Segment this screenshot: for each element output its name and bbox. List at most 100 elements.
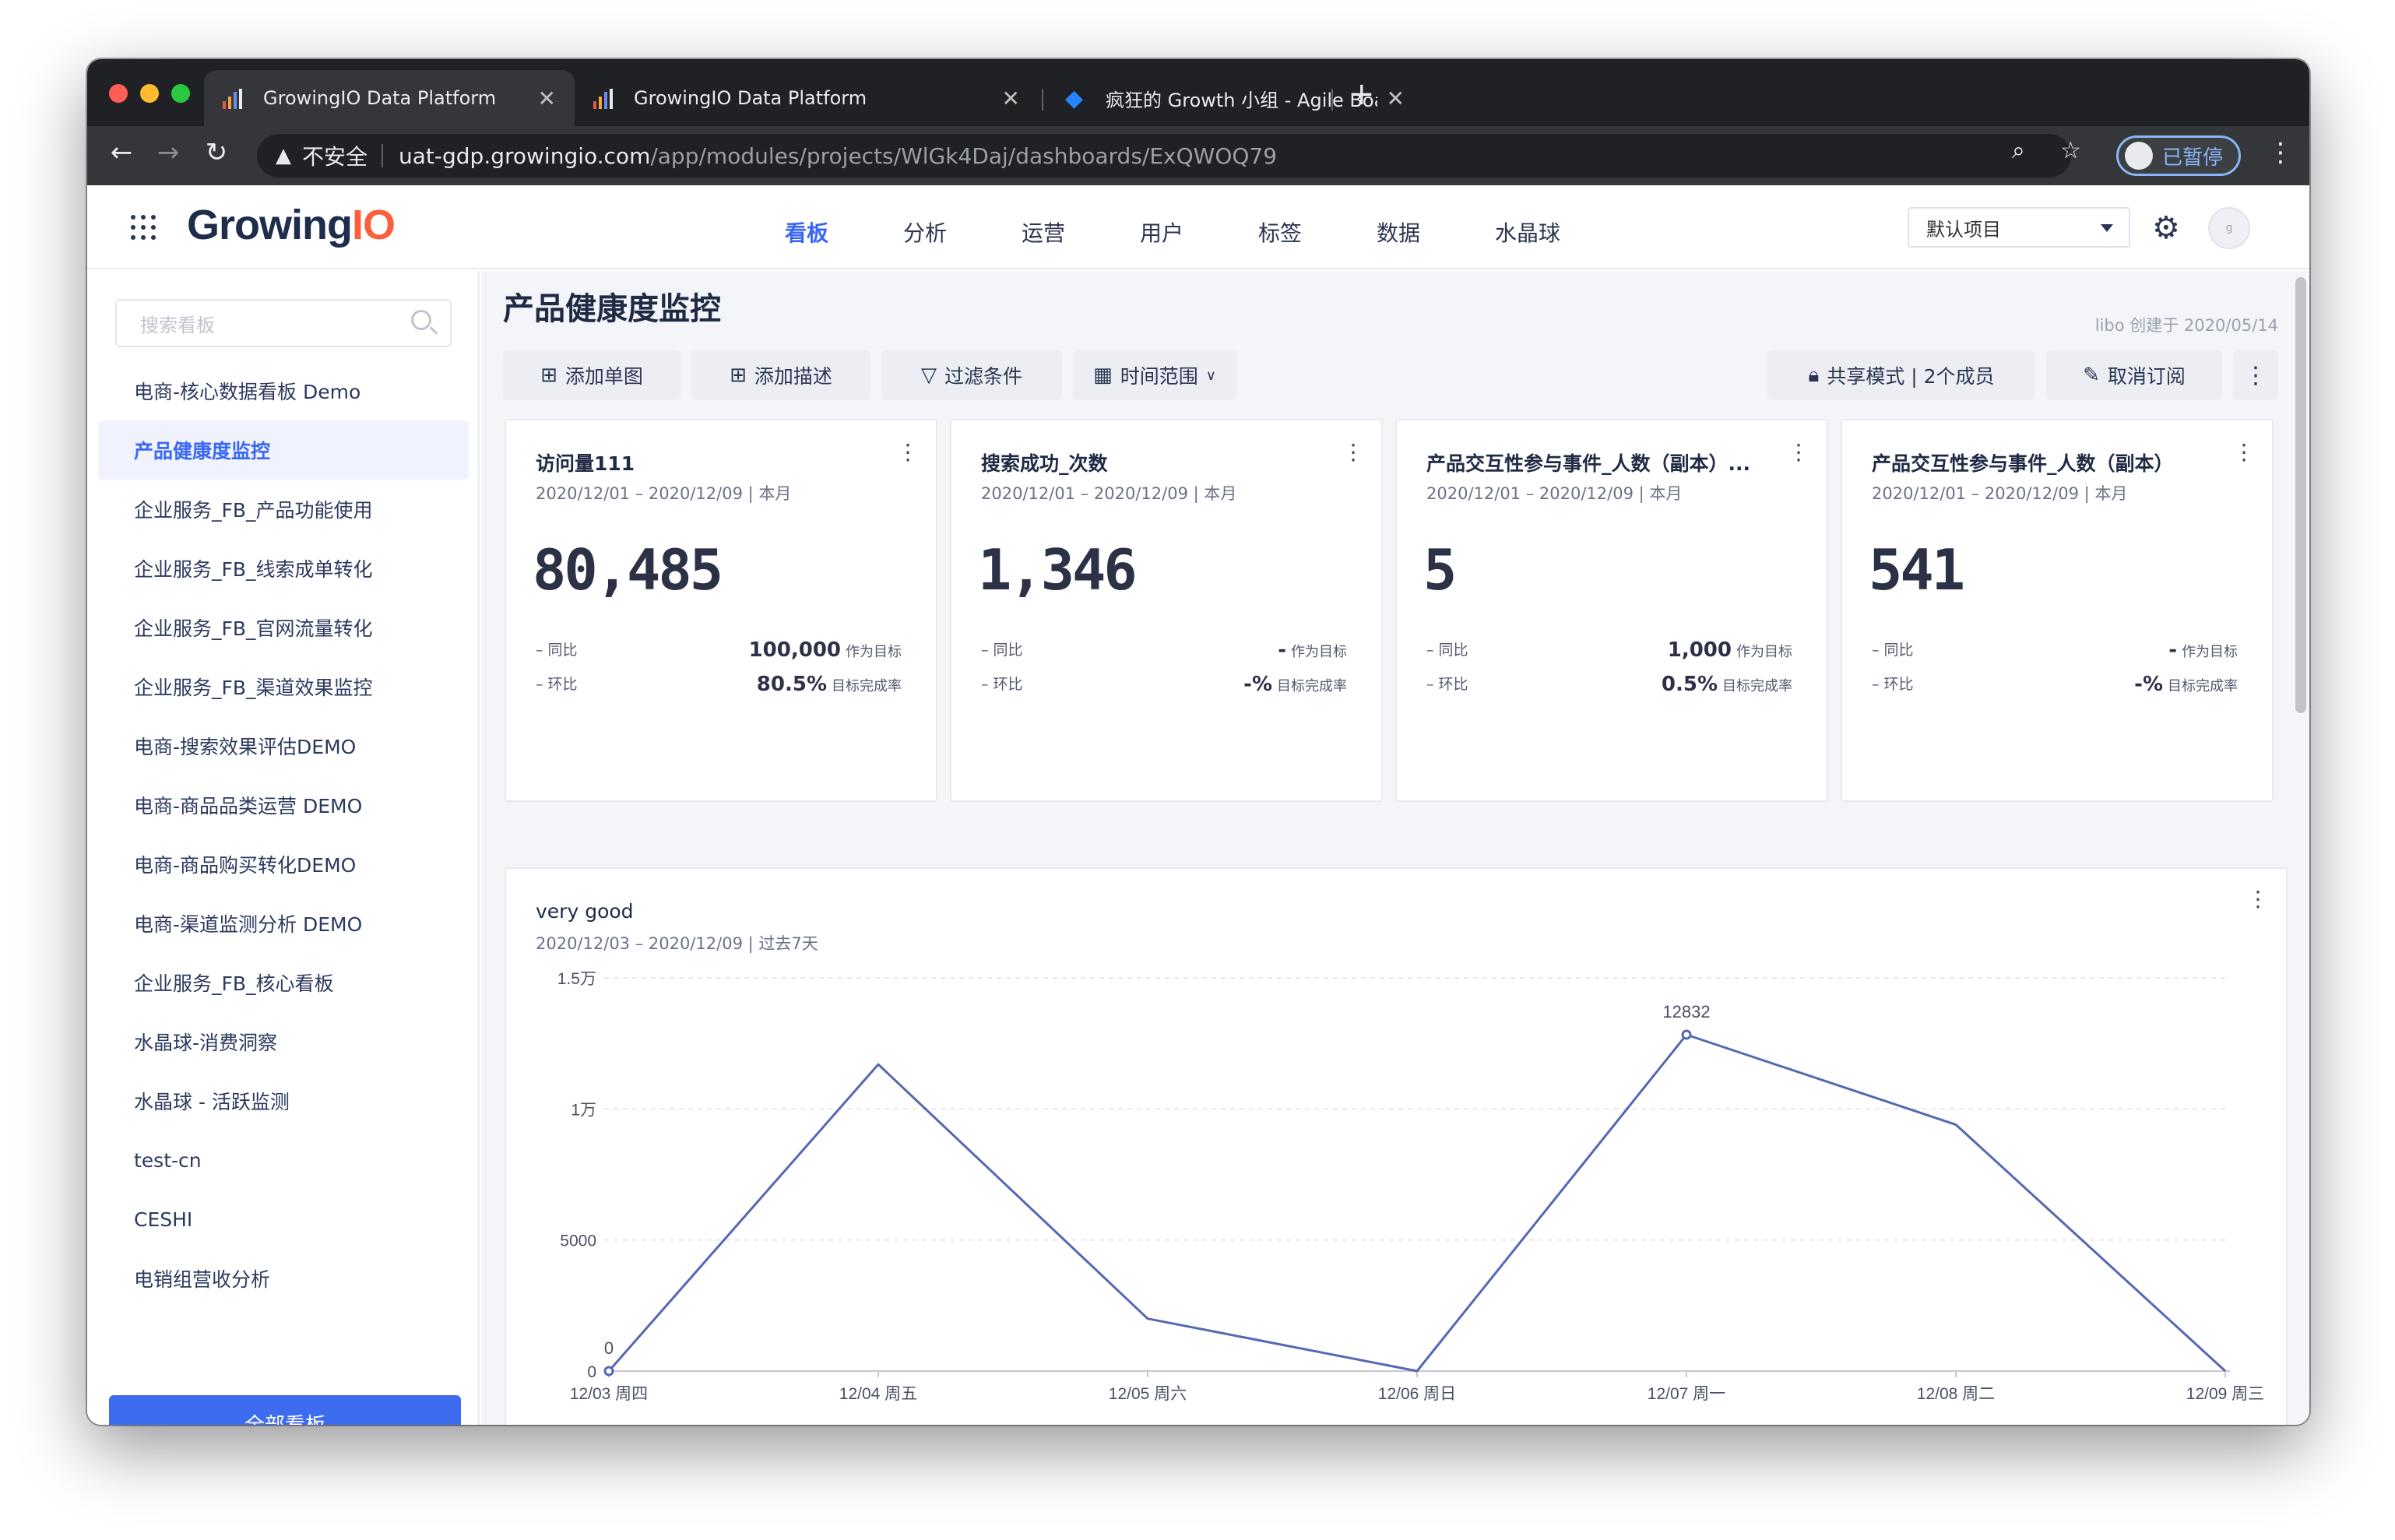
dashboard-main: 产品健康度监控 libo 创建于 2020/05/14 ⊞ 添加单图 ⊞ 添加描述 … <box>481 271 2309 1425</box>
completion-value: -% <box>2134 673 2163 696</box>
nav-item-data[interactable]: 数据 <box>1377 216 1495 248</box>
profile-avatar-icon <box>2125 142 2153 170</box>
x-tick-label: 12/07 周一 <box>1648 1385 1725 1403</box>
sidebar-item[interactable]: 企业服务_FB_线索成单转化 <box>98 539 469 598</box>
sidebar-item[interactable]: 企业服务_FB_核心看板 <box>98 953 469 1012</box>
user-avatar[interactable]: g <box>2208 207 2250 249</box>
warning-triangle-icon: ▲ <box>276 144 291 167</box>
filter-button[interactable]: ▽ 过滤条件 <box>881 350 1062 400</box>
minimize-window-button[interactable] <box>140 84 159 103</box>
tab-separator <box>1331 89 1333 111</box>
target-value: 1,000 <box>1667 638 1732 662</box>
sidebar-item[interactable]: 水晶球-消费洞察 <box>98 1012 469 1071</box>
card-more-icon[interactable]: ⋮ <box>1788 439 1809 465</box>
insecure-label: 不安全 <box>302 144 368 170</box>
sidebar-item[interactable]: 企业服务_FB_渠道效果监控 <box>98 657 469 716</box>
add-chart-button[interactable]: ⊞ 添加单图 <box>503 350 681 400</box>
bookmark-star-icon[interactable]: ☆ <box>2060 137 2081 164</box>
sidebar-item[interactable]: 产品健康度监控 <box>98 420 469 480</box>
lock-icon: 🔒︎ <box>1808 363 1820 387</box>
kpi-value: 1,346 <box>978 537 1138 603</box>
sidebar-item[interactable]: 电商-商品品类运营 DEMO <box>98 775 469 835</box>
jira-favicon-icon: ◆ <box>1065 84 1084 112</box>
target-label: 作为目标 <box>846 644 902 660</box>
omnibox-divider <box>382 144 384 167</box>
target-value: 100,000 <box>748 638 841 662</box>
completion-value: 80.5% <box>756 673 827 696</box>
back-arrow-icon[interactable]: ← <box>103 137 140 168</box>
kpi-card: ⋮ 产品交互性参与事件_人数（副本）... 2020/12/01 – 2020/12… <box>1395 419 1828 802</box>
chrome-menu-icon[interactable]: ⋮ <box>2267 137 2294 168</box>
target-label: 作为目标 <box>1736 644 1792 660</box>
project-select[interactable]: 默认项目 <box>1908 207 2130 248</box>
nav-item-tags[interactable]: 标签 <box>1258 216 1377 248</box>
y-tick-label: 0 <box>587 1363 596 1381</box>
sidebar-item[interactable]: 电商-渠道监测分析 DEMO <box>98 894 469 953</box>
add-description-icon: ⊞ <box>730 364 747 387</box>
share-mode-button[interactable]: 🔒︎ 共享模式 | 2个成员 <box>1767 350 2035 400</box>
tab-strip: GrowingIO Data Platform ✕ GrowingIO Data… <box>87 59 2309 126</box>
profile-paused-button[interactable]: 已暂停 <box>2116 135 2242 176</box>
forward-arrow-icon[interactable]: → <box>149 137 187 168</box>
browser-tab-1[interactable]: GrowingIO Data Platform ✕ <box>204 70 575 126</box>
sidebar-item[interactable]: test-cn <box>98 1130 469 1190</box>
creator-info: libo 创建于 2020/05/14 <box>2094 316 2278 335</box>
nav-item-operations[interactable]: 运营 <box>1022 216 1140 248</box>
completion-value: -% <box>1243 673 1272 696</box>
add-description-button[interactable]: ⊞ 添加描述 <box>691 350 870 400</box>
sidebar-item[interactable]: 电商-核心数据看板 Demo <box>98 361 469 420</box>
vertical-scrollbar[interactable] <box>2295 277 2306 713</box>
sidebar-item[interactable]: 电销组营收分析 <box>98 1249 469 1308</box>
sidebar-item[interactable]: 水晶球 - 活跃监测 <box>98 1071 469 1130</box>
sidebar-item[interactable]: 企业服务_FB_产品功能使用 <box>98 480 469 539</box>
dashboard-search-input[interactable]: 搜索看板 <box>115 299 452 347</box>
x-tick-label: 12/09 周三 <box>2186 1385 2264 1403</box>
kpi-value: 80,485 <box>533 537 723 603</box>
app-grid-icon[interactable] <box>131 215 156 240</box>
nav-item-users[interactable]: 用户 <box>1140 216 1258 248</box>
card-more-icon[interactable]: ⋮ <box>2233 439 2255 465</box>
x-tick-label: 12/04 周五 <box>839 1385 917 1403</box>
dashboard-list: 电商-核心数据看板 Demo 产品健康度监控 企业服务_FB_产品功能使用 企业服务_… <box>98 361 469 1308</box>
close-window-button[interactable] <box>109 84 128 103</box>
tab-close-icon[interactable]: ✕ <box>1002 86 1020 111</box>
tab-close-icon[interactable]: ✕ <box>1387 86 1405 111</box>
data-label: 0 <box>604 1338 614 1358</box>
tab-close-icon[interactable]: ✕ <box>538 86 556 111</box>
sidebar-item[interactable]: 电商-商品购买转化DEMO <box>98 835 469 894</box>
zoom-window-button[interactable] <box>171 84 190 103</box>
yoy-label: – 同比 <box>1426 642 1468 659</box>
gear-icon[interactable]: ⚙ <box>2152 210 2180 246</box>
sidebar-item[interactable]: 电商-搜索效果评估DEMO <box>98 716 469 775</box>
completion-label: 目标完成率 <box>1722 678 1792 694</box>
nav-item-crystal-ball[interactable]: 水晶球 <box>1495 216 1613 248</box>
line-chart: 0 5000 1万 1.5万 12/03 周四 12/04 周五 12/05 周六 12/06… <box>557 970 2264 1403</box>
card-more-icon[interactable]: ⋮ <box>897 439 919 465</box>
kpi-title: 产品交互性参与事件_人数（副本） <box>1872 452 2174 475</box>
series-line <box>607 1033 2227 1373</box>
more-actions-button[interactable]: ⋮ <box>2233 350 2278 400</box>
browser-tab-2[interactable]: GrowingIO Data Platform ✕ <box>575 70 1039 126</box>
address-bar[interactable]: ▲ 不安全 uat-gdp.growingio.com/app/modules/… <box>257 134 2071 178</box>
main-nav: 看板 分析 运营 用户 标签 数据 水晶球 <box>785 216 1613 248</box>
url-path: /app/modules/projects/WlGk4Daj/dashboard… <box>650 142 1278 169</box>
kpi-title: 访问量111 <box>536 452 635 475</box>
reload-icon[interactable]: ↻ <box>198 137 235 168</box>
zoom-search-icon[interactable]: ⌕ <box>2012 137 2025 164</box>
time-range-button[interactable]: ▦ 时间范围 ∨ <box>1073 350 1236 400</box>
sidebar-item[interactable]: CESHI <box>98 1190 469 1249</box>
new-tab-plus-icon[interactable]: + <box>1349 76 1375 112</box>
x-tick-label: 12/03 周四 <box>570 1385 648 1403</box>
growingio-logo[interactable]: GrowingIO <box>187 201 396 249</box>
search-icon[interactable] <box>411 310 431 330</box>
tab-separator <box>1042 89 1043 111</box>
all-dashboards-button[interactable]: 全部看板 <box>109 1395 461 1425</box>
sidebar-item[interactable]: 企业服务_FB_官网流量转化 <box>98 598 469 657</box>
card-more-icon[interactable]: ⋮ <box>1342 439 1364 465</box>
search-placeholder: 搜索看板 <box>140 314 215 336</box>
growingio-favicon-icon <box>223 87 249 109</box>
browser-window: GrowingIO Data Platform ✕ GrowingIO Data… <box>87 59 2309 1425</box>
unsubscribe-button[interactable]: ✎ 取消订阅 <box>2046 350 2222 400</box>
nav-item-dashboard[interactable]: 看板 <box>785 216 903 248</box>
nav-item-analysis[interactable]: 分析 <box>903 216 1022 248</box>
